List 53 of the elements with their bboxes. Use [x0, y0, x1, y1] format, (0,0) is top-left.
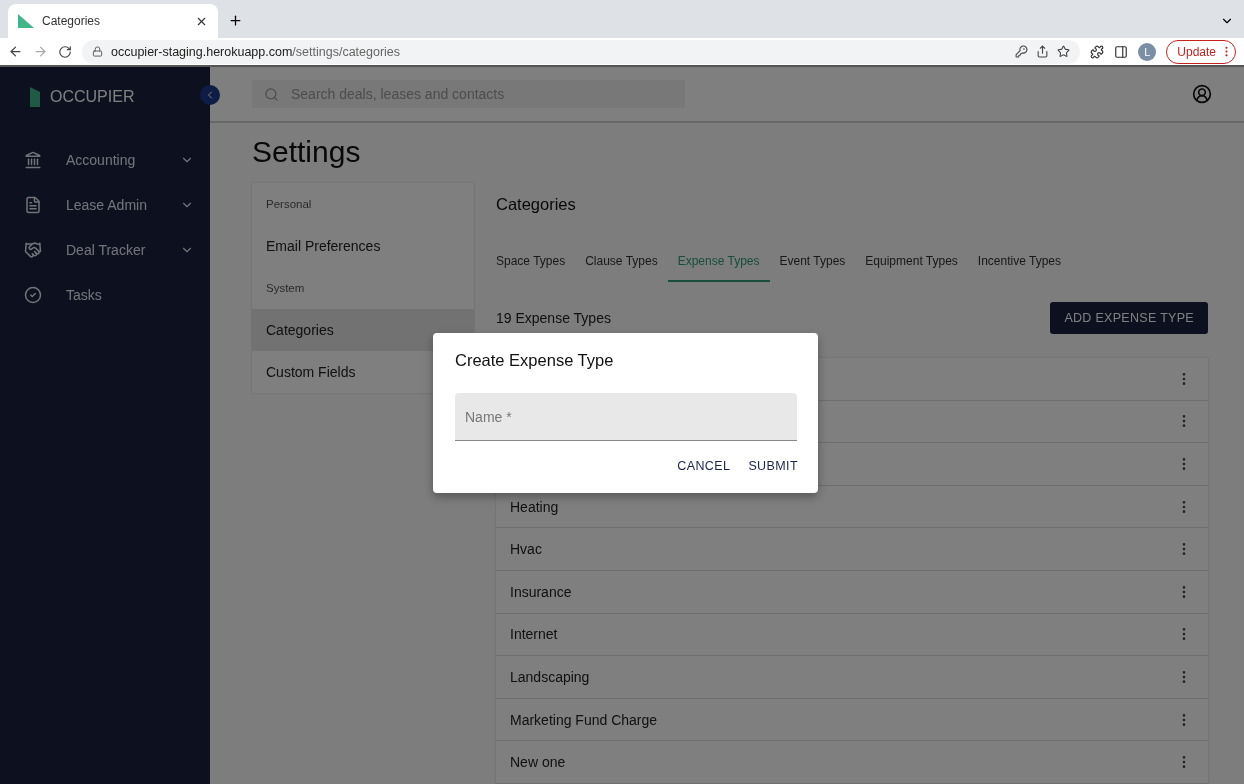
dialog-title: Create Expense Type — [455, 351, 615, 371]
logo-icon — [30, 87, 40, 108]
back-icon[interactable] — [8, 44, 23, 60]
document-icon — [24, 195, 42, 214]
check-circle-icon — [24, 285, 42, 304]
dialog-button[interactable]: SUBMIT — [742, 455, 804, 478]
list-row[interactable]: Insurance — [496, 571, 1208, 614]
new-tab-icon[interactable] — [228, 13, 243, 29]
handshake-icon — [24, 240, 42, 259]
logo-icon — [18, 14, 34, 29]
item-count: 19 Expense Types — [496, 310, 611, 327]
search-icon — [264, 86, 279, 102]
tab-title: Categories — [42, 14, 102, 29]
account-icon[interactable] — [1192, 84, 1212, 105]
add-expense-type-button[interactable]: ADD EXPENSE TYPE — [1050, 302, 1208, 335]
sidebar-item[interactable]: Tasks — [0, 272, 210, 318]
url-text: occupier-staging.herokuapp.com/settings/categories — [111, 44, 402, 59]
lock-icon — [92, 46, 103, 58]
puzzle-icon[interactable] — [1090, 44, 1105, 59]
tab[interactable]: Incentive Types — [967, 254, 1072, 283]
tab[interactable]: Expense Types — [667, 254, 770, 283]
tab[interactable]: Equipment Types — [855, 254, 968, 283]
list-row[interactable]: New one — [496, 741, 1208, 784]
tab[interactable]: Space Types — [496, 254, 576, 283]
update-button[interactable]: Update — [1166, 39, 1236, 64]
nav-item[interactable]: Categories — [252, 309, 474, 352]
nav-section-header: Personal — [265, 197, 313, 213]
sidebar-item[interactable]: Lease Admin — [0, 182, 210, 228]
list-row[interactable]: Landscaping — [496, 656, 1208, 699]
brand-name: OCCUPIER — [50, 88, 135, 107]
section-title: Categories — [496, 195, 577, 215]
reload-icon[interactable] — [58, 44, 72, 59]
star-icon[interactable] — [1057, 45, 1071, 59]
bank-icon — [24, 150, 42, 169]
name-field[interactable]: Name * — [455, 393, 797, 442]
dialog-button[interactable]: CANCEL — [671, 455, 737, 478]
collapse-button[interactable] — [200, 85, 220, 106]
sidebar-item[interactable]: Deal Tracker — [0, 227, 210, 273]
tab[interactable]: Event Types — [769, 254, 856, 283]
key-icon[interactable] — [1015, 45, 1029, 59]
list-row[interactable]: Hvac — [496, 528, 1208, 572]
page-title: Settings — [252, 135, 362, 170]
list-row[interactable]: Internet — [496, 613, 1208, 657]
nav-section-header: System — [265, 281, 306, 297]
share-icon[interactable] — [1036, 45, 1050, 59]
nav-item[interactable]: Email Preferences — [252, 225, 474, 268]
address-bar[interactable]: occupier-staging.herokuapp.com/settings/categories — [82, 39, 1081, 64]
tab[interactable]: Clause Types — [575, 254, 668, 283]
sidebar-item[interactable]: Accounting — [0, 137, 210, 183]
profile-avatar[interactable]: L — [1138, 42, 1157, 61]
list-row[interactable]: Marketing Fund Charge — [496, 698, 1208, 742]
browser-tab[interactable]: Categories — [8, 4, 218, 39]
side-panel-icon[interactable] — [1114, 44, 1129, 59]
